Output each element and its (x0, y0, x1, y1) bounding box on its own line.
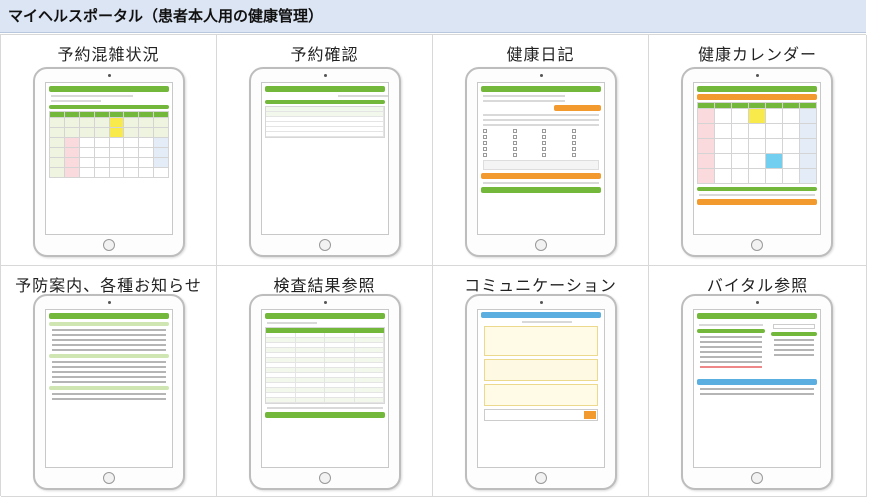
portal-title: マイヘルスポータル（患者本人用の健康管理） (8, 7, 324, 25)
tablet-frame (465, 67, 617, 257)
message-input[interactable] (484, 409, 598, 421)
home-button-icon (319, 472, 331, 484)
tablet-frame (681, 294, 833, 490)
home-button-icon (319, 239, 331, 251)
panel-title: 検査結果参照 (273, 276, 376, 295)
panel-health-diary[interactable]: 健康日記 (433, 35, 649, 266)
tablet-frame (681, 67, 833, 257)
screen-congestion-calendar (45, 82, 173, 235)
camera-icon (540, 74, 543, 77)
camera-icon (756, 74, 759, 77)
screen-test-results (261, 309, 389, 468)
message-bubble (484, 359, 598, 381)
screen-notices (45, 309, 173, 468)
message-bubble (484, 384, 598, 406)
screen-health-calendar (693, 82, 821, 235)
panel-title: 予約混雑状況 (57, 45, 160, 64)
camera-icon (324, 74, 327, 77)
home-button-icon (751, 472, 763, 484)
panel-communication[interactable]: コミュニケーション (433, 266, 649, 497)
test-results-table (265, 327, 385, 404)
screen-communication (477, 309, 605, 468)
panel-prevention-notices[interactable]: 予防案内、各種お知らせ (1, 266, 217, 497)
congestion-calendar (49, 111, 169, 178)
symptom-checkboxes (483, 129, 599, 157)
panel-title: コミュニケーション (464, 276, 617, 295)
home-button-icon (535, 472, 547, 484)
reservation-table (265, 106, 385, 138)
camera-icon (540, 301, 543, 304)
tablet-frame (465, 294, 617, 490)
panel-title: 健康カレンダー (697, 45, 817, 64)
panel-title: バイタル参照 (706, 276, 809, 295)
panel-reservation-congestion[interactable]: 予約混雑状況 (1, 35, 217, 266)
panel-vital-reference[interactable]: バイタル参照 (649, 266, 867, 497)
home-button-icon (103, 239, 115, 251)
home-button-icon (535, 239, 547, 251)
tablet-frame (33, 67, 185, 257)
portal-header: マイヘルスポータル（患者本人用の健康管理） (0, 0, 866, 33)
feature-grid: 予約混雑状況 予約確認 健康日記 健康カレンダー 予防案内、各種お知らせ 検査結… (0, 34, 867, 497)
home-button-icon (103, 472, 115, 484)
tablet-frame (33, 294, 185, 490)
screen-reservation-list (261, 82, 389, 235)
camera-icon (108, 301, 111, 304)
screen-vitals (693, 309, 821, 468)
tablet-frame (249, 294, 401, 490)
home-button-icon (751, 239, 763, 251)
screen-header-bar (49, 86, 169, 92)
health-calendar (697, 102, 817, 184)
camera-icon (108, 74, 111, 77)
send-button[interactable] (584, 411, 596, 419)
tablet-frame (249, 67, 401, 257)
panel-health-calendar[interactable]: 健康カレンダー (649, 35, 867, 266)
panel-title: 健康日記 (506, 45, 575, 64)
message-bubble (484, 326, 598, 356)
panel-reservation-confirmation[interactable]: 予約確認 (217, 35, 433, 266)
panel-test-results[interactable]: 検査結果参照 (217, 266, 433, 497)
camera-icon (756, 301, 759, 304)
panel-title: 予約確認 (290, 45, 359, 64)
screen-health-diary (477, 82, 605, 235)
camera-icon (324, 301, 327, 304)
panel-title: 予防案内、各種お知らせ (15, 276, 202, 295)
